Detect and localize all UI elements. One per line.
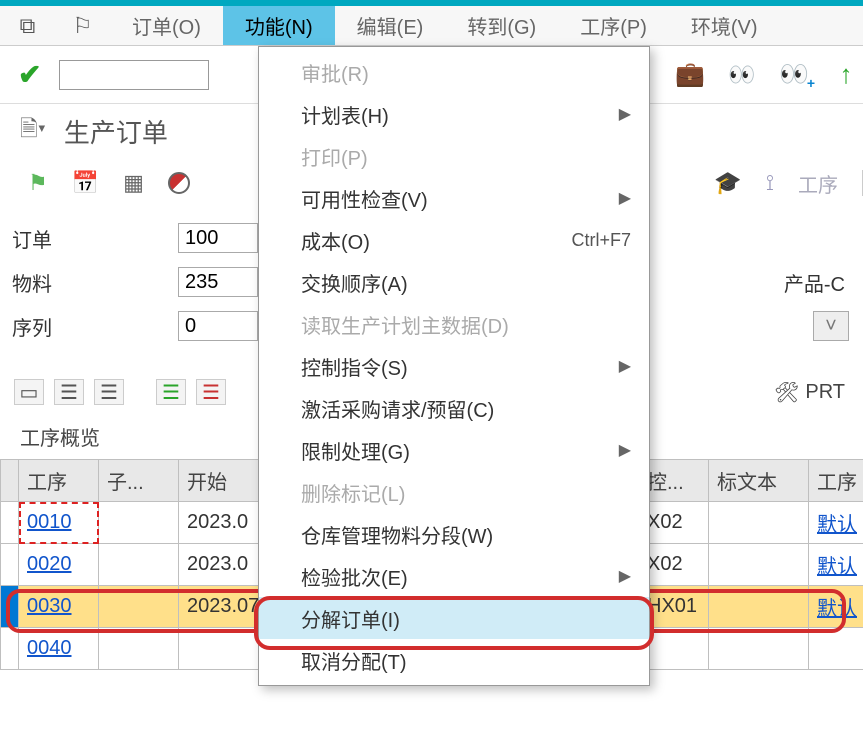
dd-restrict[interactable]: 限制处理(G)▶ (259, 429, 649, 471)
dd-read-master: 读取生产计划主数据(D) (259, 303, 649, 345)
order-field[interactable] (178, 223, 258, 253)
layout-icon[interactable]: ⧉ (0, 13, 55, 39)
dd-availability[interactable]: 可用性检查(V)▶ (259, 177, 649, 219)
functions-dropdown: 审批(R) 计划表(H)▶ 打印(P) 可用性检查(V)▶ 成本(O)Ctrl+… (258, 46, 650, 686)
dd-inspect[interactable]: 检验批次(E)▶ (259, 555, 649, 597)
prt-button[interactable]: 🛠 PRT (774, 380, 845, 405)
menu-environment[interactable]: 环境(V) (669, 6, 780, 45)
pie-icon[interactable] (168, 172, 190, 194)
sequence-field[interactable] (178, 311, 258, 341)
ok-icon[interactable]: ✔ (18, 58, 41, 91)
command-input[interactable] (59, 60, 209, 90)
dd-control[interactable]: 控制指令(S)▶ (259, 345, 649, 387)
tbl-btn-1[interactable]: ▭ (14, 379, 44, 405)
flag-outline-icon[interactable]: ⚐ (55, 13, 110, 39)
material-field[interactable] (178, 267, 258, 297)
op-cell[interactable]: 0040 (19, 628, 99, 670)
dd-cost[interactable]: 成本(O)Ctrl+F7 (259, 219, 649, 261)
col-sub[interactable]: 子... (99, 460, 179, 502)
material-desc: 产品-C (784, 268, 855, 297)
col-txt[interactable]: 标文本 (709, 460, 809, 502)
menu-orders[interactable]: 订单(O) (110, 6, 223, 45)
menu-functions[interactable]: 功能(N) (223, 6, 335, 45)
tbl-btn-add[interactable]: ☰ (156, 379, 186, 405)
grid-icon[interactable]: ▦ (123, 170, 144, 196)
op-cell[interactable]: 0010 (19, 502, 99, 544)
material-label: 物料 (8, 268, 178, 297)
menubar: ⧉ ⚐ 订单(O) 功能(N) 编辑(E) 转到(G) 工序(P) 环境(V) (0, 6, 863, 46)
page-title: 生产订单 (64, 113, 168, 150)
graduation-icon[interactable]: 🎓 (714, 170, 741, 196)
binoculars-add-icon[interactable]: 👀+ (777, 60, 811, 89)
dd-split-order[interactable]: 分解订单(I) (259, 597, 649, 639)
col-op[interactable]: 工序 (19, 460, 99, 502)
dd-plan-table[interactable]: 计划表(H)▶ (259, 93, 649, 135)
flag-icon[interactable]: ⚑ (28, 170, 48, 196)
dd-review: 审批(R) (259, 51, 649, 93)
up-arrow-icon[interactable]: ↑ (829, 59, 863, 90)
operation-label: 工序 (798, 169, 838, 198)
col-last[interactable]: 工序 (809, 460, 863, 502)
dd-cancel-alloc[interactable]: 取消分配(T) (259, 639, 649, 681)
shortcut-text: Ctrl+F7 (571, 230, 631, 251)
calendar-icon[interactable]: 📅 (72, 170, 99, 196)
wrench-icon: 🛠 (774, 380, 799, 405)
tbl-btn-2[interactable]: ☰ (54, 379, 84, 405)
briefcase-icon[interactable]: 💼 (673, 60, 707, 89)
submenu-arrow-icon: ▶ (619, 566, 631, 586)
op-cell[interactable]: 0030 (19, 586, 99, 628)
submenu-arrow-icon: ▶ (619, 440, 631, 460)
row-select-marker[interactable] (1, 586, 19, 628)
dd-print: 打印(P) (259, 135, 649, 177)
submenu-arrow-icon: ▶ (619, 356, 631, 376)
tbl-btn-del[interactable]: ☰ (196, 379, 226, 405)
menu-goto[interactable]: 转到(G) (445, 6, 558, 45)
dd-delete-flag: 删除标记(L) (259, 471, 649, 513)
dropdown-toggle[interactable]: ˅ (813, 311, 849, 341)
order-label: 订单 (8, 224, 178, 253)
submenu-arrow-icon: ▶ (619, 104, 631, 124)
dd-activate-pr[interactable]: 激活采购请求/预留(C) (259, 387, 649, 429)
binoculars-icon[interactable]: 👀 (725, 62, 759, 88)
op-cell[interactable]: 0020 (19, 544, 99, 586)
document-icon[interactable]: 🗎▾ (20, 112, 46, 150)
menu-edit[interactable]: 编辑(E) (335, 6, 446, 45)
dd-swap[interactable]: 交换顺序(A) (259, 261, 649, 303)
operation-screw-icon[interactable]: ⟟ (766, 170, 774, 196)
dd-wm-split[interactable]: 仓库管理物料分段(W) (259, 513, 649, 555)
tbl-btn-3[interactable]: ☰ (94, 379, 124, 405)
submenu-arrow-icon: ▶ (619, 188, 631, 208)
menu-operation[interactable]: 工序(P) (558, 6, 669, 45)
sequence-label: 序列 (8, 312, 178, 341)
